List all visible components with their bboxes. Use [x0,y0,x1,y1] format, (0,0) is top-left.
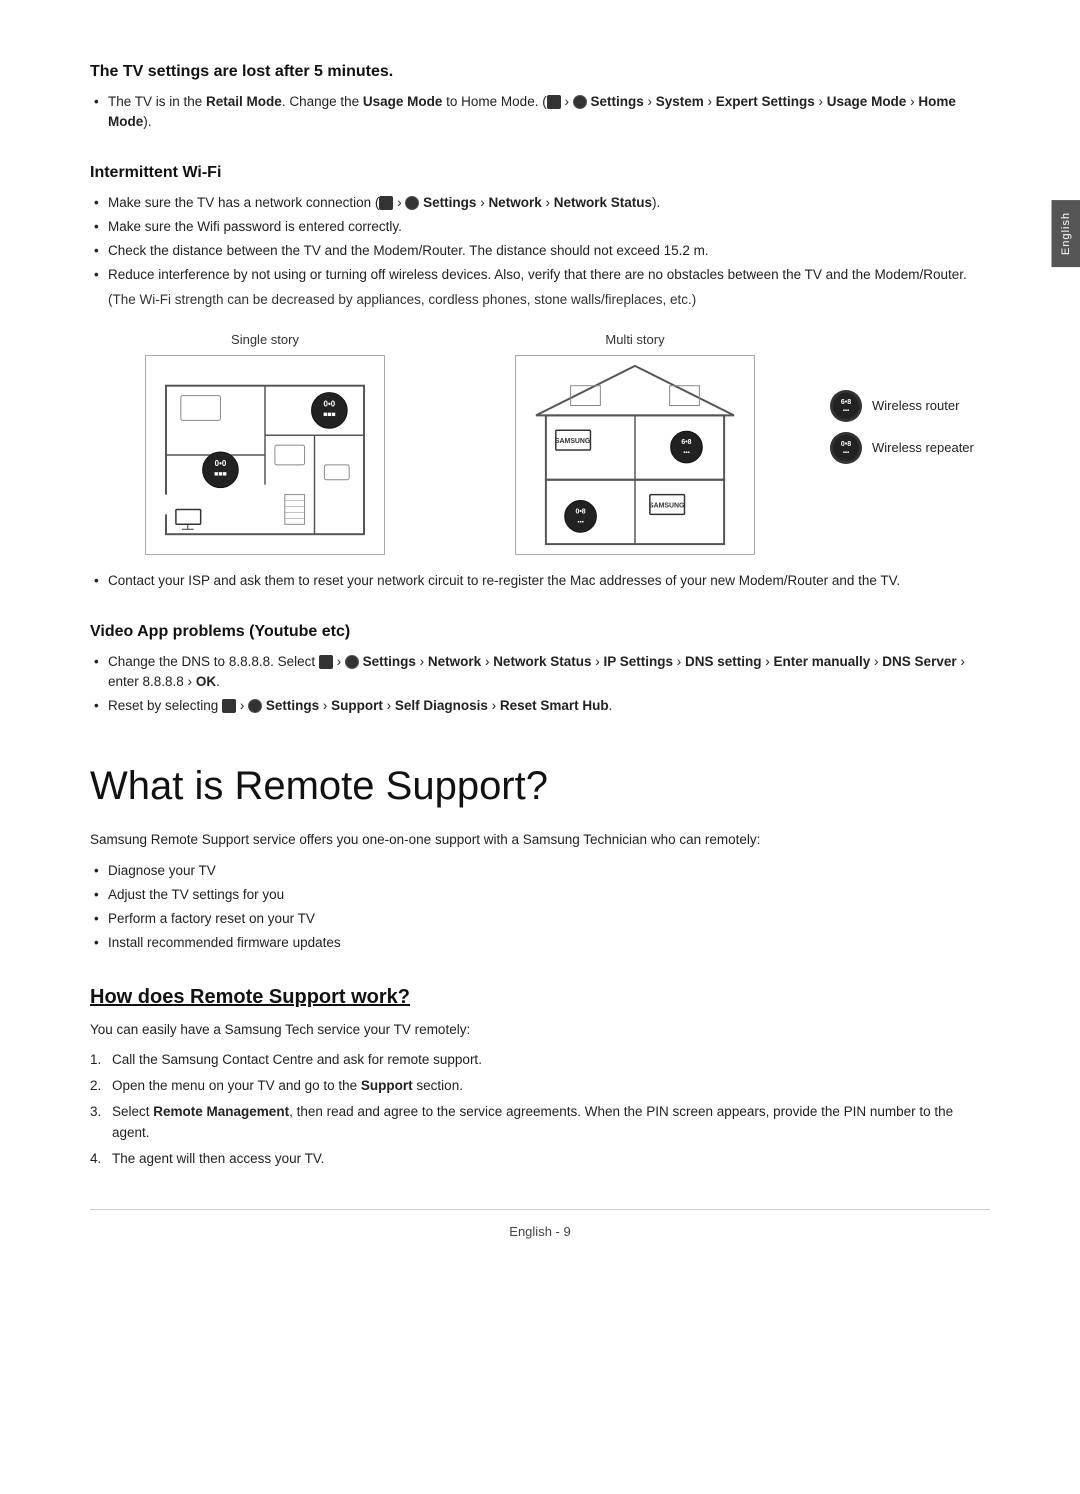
single-story-label: Single story [90,330,440,350]
multi-story-diagram: Multi story [460,330,810,562]
list-item: Diagnose your TV [90,861,990,881]
section-tv-settings: The TV settings are lost after 5 minutes… [90,60,990,133]
page-footer: English - 9 [90,1209,990,1242]
list-item: Perform a factory reset on your TV [90,909,990,929]
step-item: 4. The agent will then access your TV. [90,1149,990,1169]
svg-text:▪▪▪: ▪▪▪ [843,450,849,456]
svg-text:▪▪▪: ▪▪▪ [577,520,583,526]
svg-text:0•0: 0•0 [215,459,227,468]
svg-text:■■■: ■■■ [214,471,227,478]
svg-text:6•8: 6•8 [681,439,691,446]
section-tv-settings-list: The TV is in the Retail Mode. Change the… [90,92,990,133]
step-item: 1. Call the Samsung Contact Centre and a… [90,1050,990,1070]
diagram-legend: 6•8 ▪▪▪ Wireless router 0•8 ▪▪▪ W [830,330,990,464]
svg-text:▪▪▪: ▪▪▪ [843,408,849,414]
section-video-app-title: Video App problems (Youtube etc) [90,620,990,644]
svg-text:■■■: ■■■ [323,412,336,419]
section-wifi-title: Intermittent Wi-Fi [90,161,990,185]
how-remote-works-intro: You can easily have a Samsung Tech servi… [90,1020,990,1040]
list-item: Reset by selecting › Settings › Support … [90,696,990,716]
svg-text:6•8: 6•8 [841,399,851,406]
single-story-diagram: Single story [90,330,440,562]
legend-router: 6•8 ▪▪▪ Wireless router [830,390,990,422]
list-item: The TV is in the Retail Mode. Change the… [90,92,990,133]
svg-text:SAMSUNG: SAMSUNG [555,438,590,445]
list-item: Install recommended firmware updates [90,933,990,953]
svg-text:0•8: 0•8 [575,509,585,516]
section-remote-support: What is Remote Support? Samsung Remote S… [90,756,990,953]
list-item: Adjust the TV settings for you [90,885,990,905]
section-tv-settings-title: The TV settings are lost after 5 minutes… [90,60,990,84]
section-video-app-list: Change the DNS to 8.8.8.8. Select › Sett… [90,652,990,717]
wifi-indent-note: (The Wi-Fi strength can be decreased by … [90,290,990,310]
router-icon: 6•8 ▪▪▪ [830,390,862,422]
wifi-contact-list: Contact your ISP and ask them to reset y… [90,571,990,591]
footer-text: English - 9 [509,1224,570,1239]
list-item: Reduce interference by not using or turn… [90,265,990,285]
section-wifi: Intermittent Wi-Fi Make sure the TV has … [90,161,990,592]
step-item: 3. Select Remote Management, then read a… [90,1102,990,1143]
step-item: 2. Open the menu on your TV and go to th… [90,1076,990,1096]
remote-support-intro: Samsung Remote Support service offers yo… [90,830,990,850]
list-item: Contact your ISP and ask them to reset y… [90,571,990,591]
legend-repeater: 0•8 ▪▪▪ Wireless repeater [830,432,990,464]
list-item: Check the distance between the TV and th… [90,241,990,261]
repeater-icon: 0•8 ▪▪▪ [830,432,862,464]
wifi-diagram-section: Single story [90,330,990,562]
how-remote-works-steps: 1. Call the Samsung Contact Centre and a… [90,1050,990,1169]
section-video-app: Video App problems (Youtube etc) Change … [90,620,990,717]
list-item: Make sure the TV has a network connectio… [90,193,990,213]
how-remote-works-title: How does Remote Support work? [90,982,990,1012]
list-item: Change the DNS to 8.8.8.8. Select › Sett… [90,652,990,693]
svg-text:SAMSUNG: SAMSUNG [649,503,684,510]
section-wifi-list: Make sure the TV has a network connectio… [90,193,990,286]
remote-support-list: Diagnose your TV Adjust the TV settings … [90,861,990,954]
svg-text:0•0: 0•0 [324,400,336,409]
multi-story-label: Multi story [460,330,810,350]
section-how-remote-works: How does Remote Support work? You can ea… [90,982,990,1170]
remote-support-title: What is Remote Support? [90,756,990,816]
list-item: Make sure the Wifi password is entered c… [90,217,990,237]
svg-text:▪▪▪: ▪▪▪ [683,450,689,456]
svg-text:0•8: 0•8 [841,441,851,448]
